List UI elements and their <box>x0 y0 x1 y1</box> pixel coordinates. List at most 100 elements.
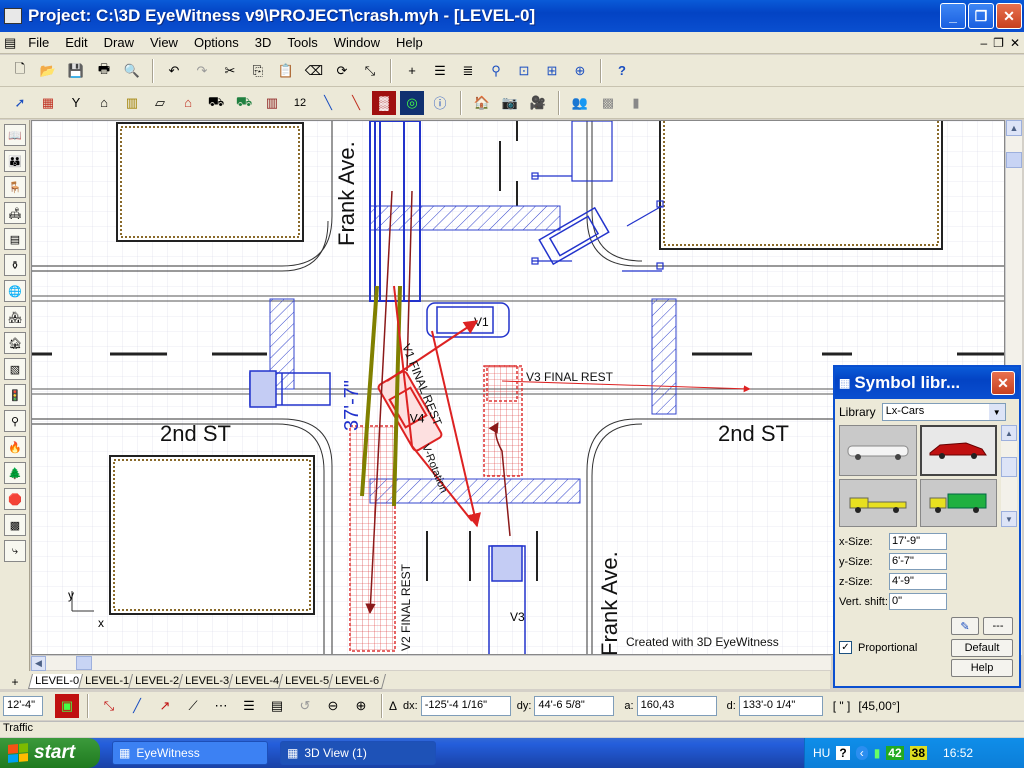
panel-scrollbar[interactable]: ▲ ▼ <box>1001 425 1017 527</box>
menu-edit[interactable]: Edit <box>57 35 95 50</box>
menu-3d[interactable]: 3D <box>247 35 280 50</box>
sink-icon[interactable]: ⚱ <box>4 254 26 276</box>
layers-alt-icon[interactable]: ≣ <box>456 59 480 83</box>
mdi-restore-button[interactable]: ❐ <box>993 36 1004 50</box>
symbol-limousine[interactable] <box>839 425 917 476</box>
default-button[interactable]: Default <box>951 639 1013 657</box>
wall-icon[interactable]: ▦ <box>36 91 60 115</box>
camera-icon[interactable]: 📷 <box>498 91 522 115</box>
draw-line-icon[interactable]: ╱ <box>125 694 149 718</box>
zoom-extents-icon[interactable]: ⊞ <box>540 59 564 83</box>
cut-icon[interactable]: ✂ <box>218 59 242 83</box>
tray-expand-icon[interactable]: ‹ <box>855 746 868 760</box>
building-icon[interactable]: ⌂ <box>92 91 116 115</box>
minimize-button[interactable]: _ <box>940 3 966 29</box>
symbol-red-sedan[interactable] <box>919 425 997 476</box>
print-preview-icon[interactable]: 🔍 <box>120 59 144 83</box>
mdi-close-button[interactable]: ✕ <box>1010 36 1020 50</box>
scroll-up-icon[interactable]: ▲ <box>1006 120 1022 136</box>
info-icon[interactable]: ⓘ <box>428 91 452 115</box>
snap-icon[interactable]: + <box>400 59 424 83</box>
y-size-field[interactable]: 6'-7" <box>889 553 947 570</box>
snap-grid-icon[interactable]: ▣ <box>55 694 79 718</box>
scroll-left-icon[interactable]: ◀ <box>31 656 46 671</box>
help-tray-icon[interactable]: ? <box>836 746 850 760</box>
connector-icon[interactable]: ⤷ <box>4 540 26 562</box>
fence-icon[interactable]: ▥ <box>260 91 284 115</box>
library-select[interactable]: Lx-Cars ▼ <box>881 403 1006 421</box>
menu-view[interactable]: View <box>142 35 186 50</box>
draw-arc-icon[interactable]: ↗ <box>153 694 177 718</box>
undo-icon[interactable]: ↶ <box>162 59 186 83</box>
horizontal-scrollbar[interactable]: ◀ <box>31 655 831 671</box>
roof-icon[interactable]: ▧ <box>4 358 26 380</box>
house-icon[interactable]: 🏘 <box>4 306 26 328</box>
document-icon[interactable]: ▤ <box>0 35 20 51</box>
zoom-window-icon[interactable]: ⊡ <box>512 59 536 83</box>
save-icon[interactable]: 💾 <box>64 59 88 83</box>
dimension-icon[interactable]: 12 <box>288 91 312 115</box>
brush-button[interactable]: ✎ <box>951 617 979 635</box>
menu-options[interactable]: Options <box>186 35 247 50</box>
dx-field[interactable]: -125'-4 1/16" <box>420 696 511 716</box>
taskbar-eyewitness[interactable]: ▦ EyeWitness <box>112 741 268 765</box>
more-button[interactable]: --- <box>983 617 1013 635</box>
list-icon[interactable]: ▤ <box>265 694 289 718</box>
paste-icon[interactable]: 📋 <box>274 59 298 83</box>
tab-level-6[interactable]: LEVEL-6 <box>328 674 387 689</box>
chevron-down-icon[interactable]: ▼ <box>988 404 1005 420</box>
people-icon[interactable]: 👪 <box>4 150 26 172</box>
menu-tools[interactable]: Tools <box>279 35 325 50</box>
video-icon[interactable]: 🎥 <box>526 91 550 115</box>
bench-icon[interactable]: ▤ <box>4 228 26 250</box>
grid-icon[interactable]: ▩ <box>596 91 620 115</box>
language-indicator[interactable]: HU <box>813 746 830 760</box>
chair-icon[interactable]: 🪑 <box>4 176 26 198</box>
menu-window[interactable]: Window <box>326 35 388 50</box>
open-icon[interactable]: 📂 <box>36 59 60 83</box>
z-size-field[interactable]: 4'-9" <box>889 573 947 590</box>
house-icon[interactable]: ⌂ <box>176 91 200 115</box>
help-button[interactable]: Help <box>951 659 1013 677</box>
line-icon[interactable]: ╲ <box>344 91 368 115</box>
mdi-minimize-button[interactable]: – <box>980 36 987 50</box>
select-arrow-icon[interactable]: ➚ <box>8 91 32 115</box>
maximize-button[interactable]: ❐ <box>968 3 994 29</box>
redo-icon[interactable]: ↷ <box>190 59 214 83</box>
barn-icon[interactable]: 🏚 <box>4 332 26 354</box>
panel-scroll-up-icon[interactable]: ▲ <box>1001 425 1017 441</box>
menu-draw[interactable]: Draw <box>96 35 142 50</box>
start-button[interactable]: start <box>0 738 100 768</box>
horizontal-scroll-thumb[interactable] <box>76 656 92 670</box>
forward-icon[interactable]: ⊕ <box>349 694 373 718</box>
back-icon[interactable]: ⊖ <box>321 694 345 718</box>
scale-field[interactable]: 12'-4" <box>3 696 43 716</box>
scene-icon[interactable]: 🏠 <box>470 91 494 115</box>
panel-scroll-down-icon[interactable]: ▼ <box>1001 511 1017 527</box>
rotate-icon[interactable]: ⟳ <box>330 59 354 83</box>
resize-icon[interactable]: ⤡ <box>358 59 382 83</box>
vertical-scroll-thumb[interactable] <box>1006 152 1022 168</box>
sign-icon[interactable]: 🛑 <box>4 488 26 510</box>
dash-line-icon[interactable]: ⋯ <box>209 694 233 718</box>
new-icon[interactable]: 🗋 <box>8 59 32 83</box>
road-icon[interactable]: ▥ <box>120 91 144 115</box>
close-button[interactable]: ✕ <box>996 3 1022 29</box>
menu-file[interactable]: File <box>20 35 57 50</box>
measure-line-icon[interactable]: ⤡ <box>97 694 121 718</box>
taskbar-3d-view[interactable]: ▦ 3D View (1) <box>280 741 436 765</box>
measure-icon[interactable]: ╲ <box>316 91 340 115</box>
symbol-tow-truck[interactable] <box>839 478 917 527</box>
draw-angle-icon[interactable]: ⟋ <box>181 694 205 718</box>
surface-icon[interactable]: ▱ <box>148 91 172 115</box>
book-icon[interactable]: 📖 <box>4 124 26 146</box>
symbol-flatbed[interactable] <box>919 478 997 527</box>
tree-icon[interactable]: Y <box>64 91 88 115</box>
menu-help[interactable]: Help <box>388 35 431 50</box>
panel-scroll-thumb[interactable] <box>1001 457 1017 477</box>
print-icon[interactable]: 🖶 <box>92 59 116 83</box>
dy-field[interactable]: 44'-6 5/8" <box>534 696 615 716</box>
vehicle-icon[interactable]: ⛟ <box>204 91 228 115</box>
traffic-light-icon[interactable]: 🚦 <box>4 384 26 406</box>
zoom-in-icon[interactable]: ⊕ <box>568 59 592 83</box>
